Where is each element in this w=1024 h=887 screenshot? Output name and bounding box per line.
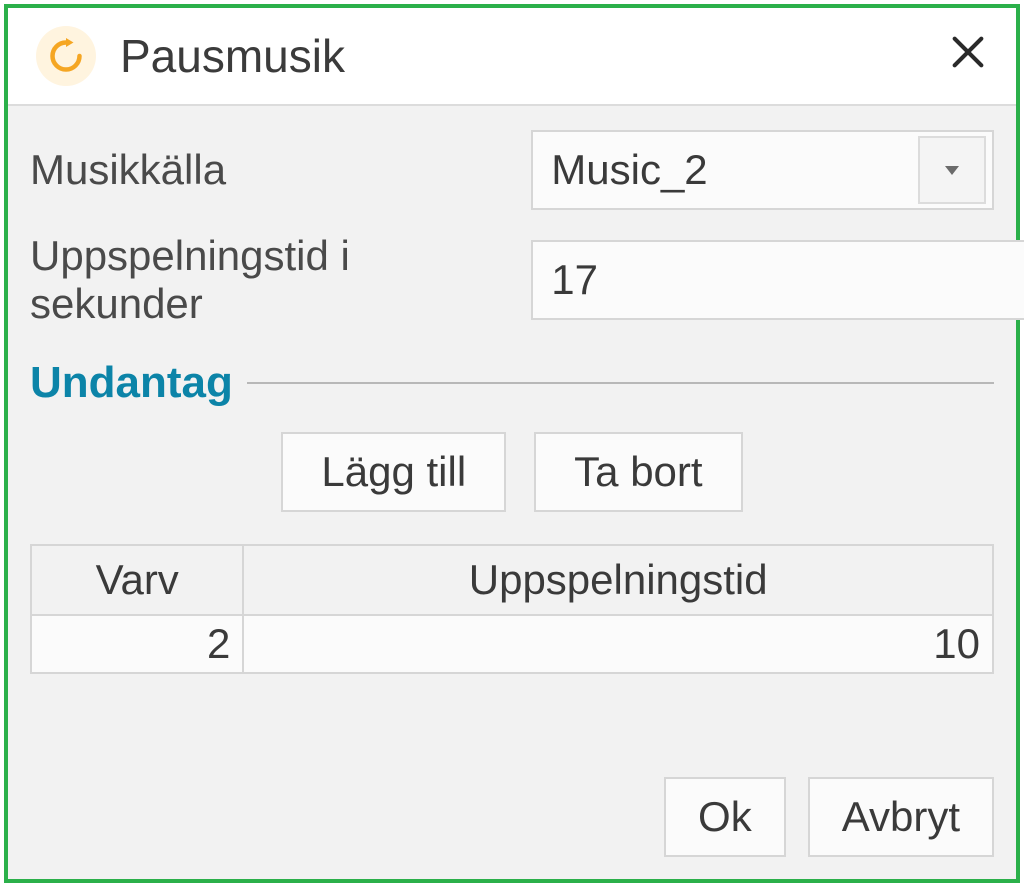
- playback-time-label: Uppspelningstid i sekunder: [30, 232, 531, 328]
- ok-button[interactable]: Ok: [664, 777, 786, 857]
- exceptions-header: Undantag: [30, 358, 994, 408]
- table-row[interactable]: 2 10: [31, 615, 993, 673]
- divider: [247, 382, 994, 384]
- add-button[interactable]: Lägg till: [281, 432, 506, 512]
- cell-time[interactable]: 10: [243, 615, 993, 673]
- exceptions-table: Varv Uppspelningstid 2 10: [30, 544, 994, 674]
- col-time[interactable]: Uppspelningstid: [243, 545, 993, 615]
- music-source-row: Musikkälla Music_2: [30, 130, 994, 210]
- dialog-footer: Ok Avbryt: [30, 777, 994, 857]
- exceptions-legend: Undantag: [30, 358, 247, 408]
- remove-button[interactable]: Ta bort: [534, 432, 742, 512]
- cell-varv[interactable]: 2: [31, 615, 243, 673]
- music-source-label: Musikkälla: [30, 146, 531, 194]
- exception-buttons: Lägg till Ta bort: [30, 432, 994, 512]
- music-source-select[interactable]: Music_2: [531, 130, 994, 210]
- music-source-value: Music_2: [551, 146, 707, 194]
- cancel-button[interactable]: Avbryt: [808, 777, 994, 857]
- title-bar: Pausmusik: [8, 8, 1016, 106]
- table-header-row: Varv Uppspelningstid: [31, 545, 993, 615]
- playback-time-input[interactable]: [531, 240, 1024, 320]
- dialog-window: Pausmusik Musikkälla Music_2 Uppspelning…: [4, 4, 1020, 883]
- dialog-body: Musikkälla Music_2 Uppspelningstid i sek…: [8, 106, 1016, 879]
- dialog-title: Pausmusik: [120, 29, 948, 83]
- col-varv[interactable]: Varv: [31, 545, 243, 615]
- close-icon[interactable]: [948, 32, 988, 81]
- playback-time-row: Uppspelningstid i sekunder: [30, 232, 994, 328]
- app-icon: [36, 26, 96, 86]
- chevron-down-icon[interactable]: [918, 136, 986, 204]
